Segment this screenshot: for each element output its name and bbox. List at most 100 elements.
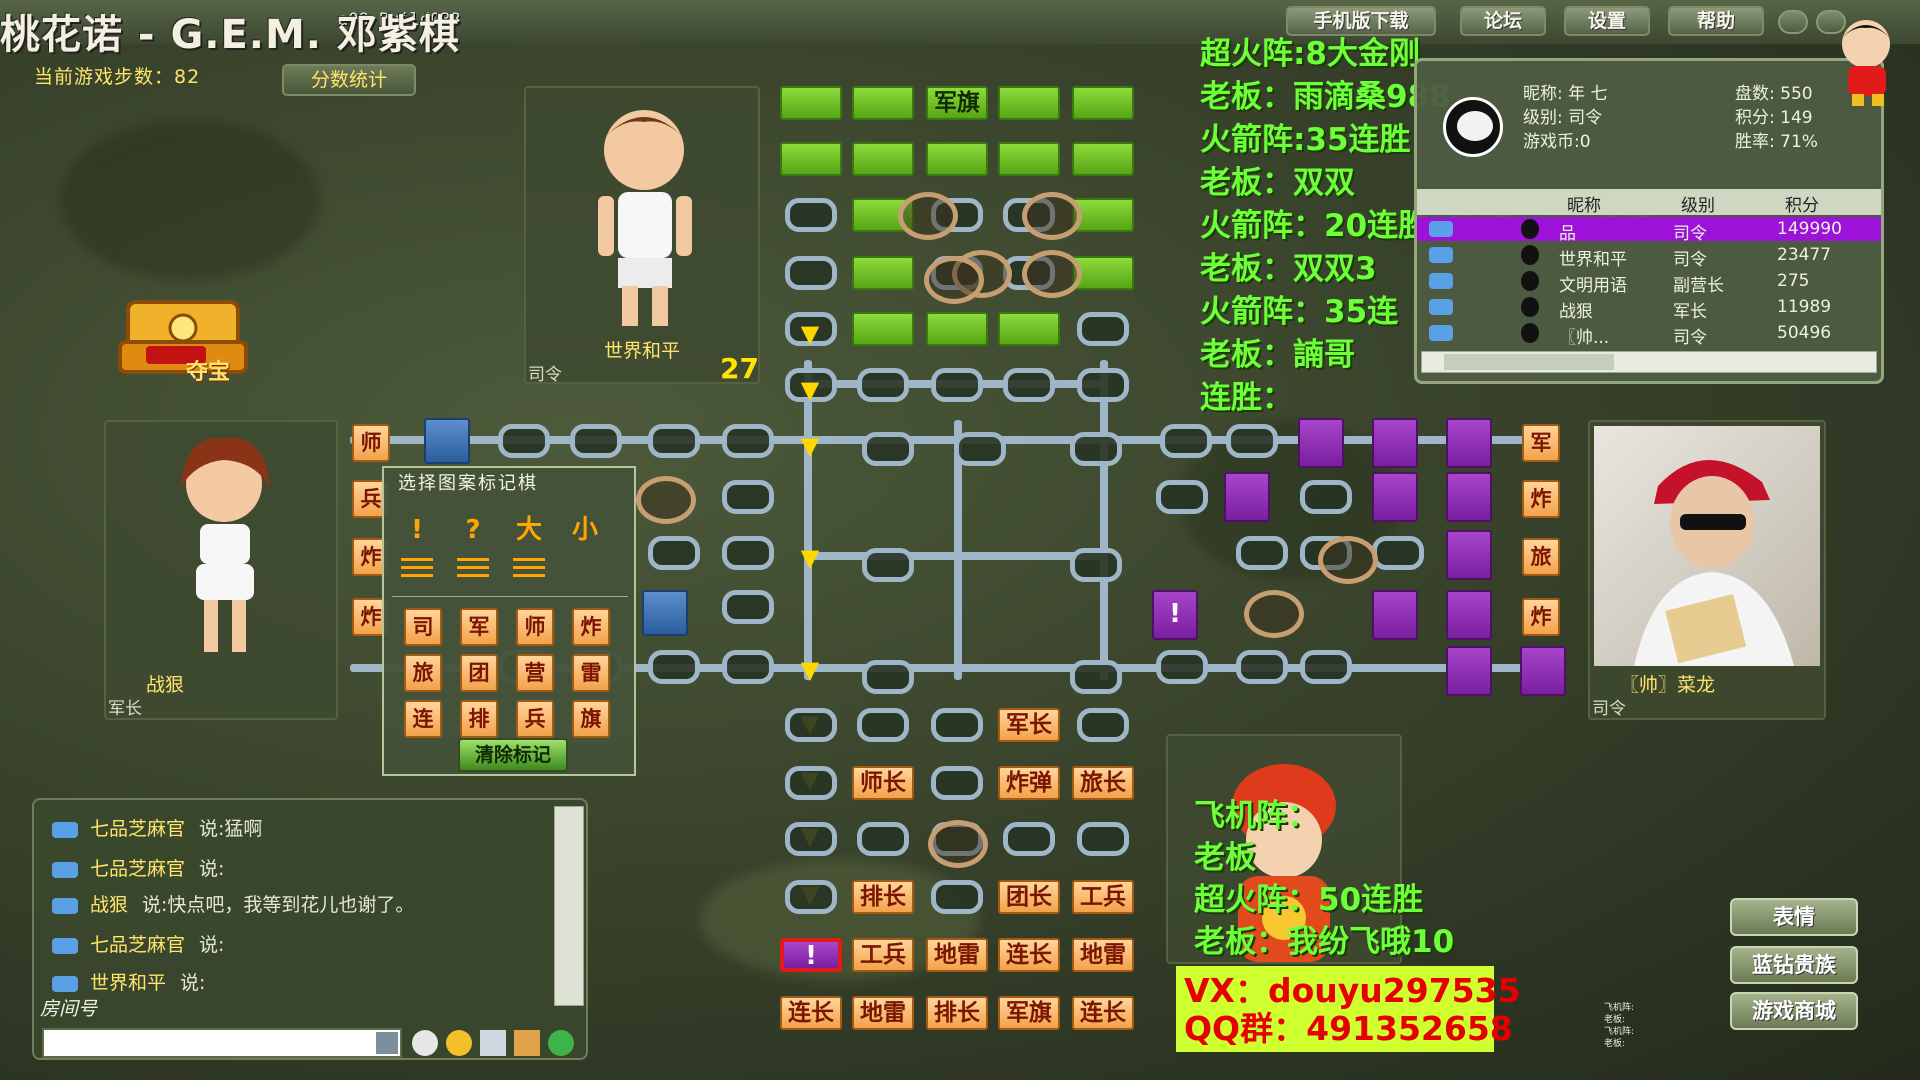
own-marked-piece[interactable]: !: [780, 938, 842, 972]
empty-slot[interactable]: [785, 708, 837, 742]
right-marked-piece[interactable]: 旅: [1522, 538, 1560, 576]
own-piece[interactable]: 工兵: [1072, 880, 1134, 914]
marker-piece-option[interactable]: 炸: [572, 608, 610, 646]
marker-piece-option[interactable]: 雷: [572, 654, 610, 692]
empty-slot[interactable]: [931, 880, 983, 914]
marker-exclamation[interactable]: !: [398, 512, 436, 548]
empty-slot[interactable]: [1156, 480, 1208, 514]
left-hidden-piece[interactable]: [424, 418, 470, 464]
right-hidden-piece[interactable]: [1446, 418, 1492, 468]
right-hidden-piece[interactable]: [1446, 472, 1492, 522]
empty-slot[interactable]: [1300, 480, 1352, 514]
empty-slot[interactable]: [722, 424, 774, 458]
empty-slot[interactable]: [722, 590, 774, 624]
table-row[interactable]: 文明用语 副营长 275: [1417, 269, 1881, 296]
empty-slot[interactable]: [857, 822, 909, 856]
speaker-icon[interactable]: [480, 1030, 506, 1056]
right-hidden-piece[interactable]: [1446, 530, 1492, 580]
enemy-hidden-piece[interactable]: [926, 312, 988, 346]
empty-slot[interactable]: [1077, 708, 1129, 742]
own-piece[interactable]: 地雷: [852, 996, 914, 1030]
right-hidden-piece[interactable]: [1224, 472, 1270, 522]
marker-piece-option[interactable]: 军: [460, 608, 498, 646]
empty-slot[interactable]: [785, 880, 837, 914]
enemy-hidden-piece[interactable]: [1072, 86, 1134, 120]
empty-slot[interactable]: [722, 536, 774, 570]
right-hidden-piece[interactable]: [1372, 418, 1418, 468]
right-hidden-piece[interactable]: [1446, 646, 1492, 696]
empty-slot[interactable]: [1236, 536, 1288, 570]
enemy-hidden-piece[interactable]: [852, 86, 914, 120]
empty-slot[interactable]: [1160, 424, 1212, 458]
own-piece[interactable]: 团长: [998, 880, 1060, 914]
enemy-hidden-piece[interactable]: [998, 142, 1060, 176]
chat-sender[interactable]: 战狠: [90, 894, 128, 916]
empty-slot[interactable]: [1070, 660, 1122, 694]
right-marked-piece[interactable]: 军: [1522, 424, 1560, 462]
emoji-button[interactable]: 表情: [1730, 898, 1858, 936]
marker-piece-option[interactable]: 营: [516, 654, 554, 692]
empty-slot[interactable]: [785, 198, 837, 232]
empty-slot[interactable]: [862, 660, 914, 694]
speech-bubble-icon[interactable]: [412, 1030, 438, 1056]
enemy-hidden-piece[interactable]: [926, 142, 988, 176]
right-marked-piece[interactable]: 炸: [1522, 598, 1560, 636]
blue-diamond-button[interactable]: 蓝钻贵族: [1730, 946, 1858, 984]
table-row[interactable]: 战狠 军长 11989: [1417, 295, 1881, 322]
empty-slot[interactable]: [857, 708, 909, 742]
own-piece[interactable]: 师长: [852, 766, 914, 800]
smiley-icon[interactable]: [446, 1030, 472, 1056]
own-piece[interactable]: 地雷: [926, 938, 988, 972]
empty-slot[interactable]: [785, 822, 837, 856]
right-hidden-piece[interactable]: [1520, 646, 1566, 696]
empty-slot[interactable]: [1300, 650, 1352, 684]
empty-slot[interactable]: [722, 480, 774, 514]
right-hidden-piece[interactable]: [1298, 418, 1344, 468]
empty-slot[interactable]: [785, 256, 837, 290]
marker-big[interactable]: 大: [510, 512, 548, 548]
empty-slot[interactable]: [1077, 822, 1129, 856]
marker-piece-option[interactable]: 师: [516, 608, 554, 646]
chevron-down-icon[interactable]: [376, 1032, 398, 1054]
chat-sender[interactable]: 七品芝麻官: [90, 858, 185, 880]
empty-slot[interactable]: [1077, 368, 1129, 402]
empty-slot[interactable]: [931, 368, 983, 402]
game-store-button[interactable]: 游戏商城: [1730, 992, 1858, 1030]
marker-bars-3-icon[interactable]: [510, 552, 548, 588]
empty-slot[interactable]: [1070, 548, 1122, 582]
own-piece[interactable]: 工兵: [852, 938, 914, 972]
marker-small[interactable]: 小: [566, 512, 604, 548]
empty-slot[interactable]: [1236, 650, 1288, 684]
own-piece[interactable]: 军长: [998, 708, 1060, 742]
own-piece[interactable]: 连长: [780, 996, 842, 1030]
empty-slot[interactable]: [1156, 650, 1208, 684]
right-hidden-piece[interactable]: [1372, 472, 1418, 522]
empty-slot[interactable]: [648, 650, 700, 684]
marker-piece-option[interactable]: 旅: [404, 654, 442, 692]
wrench-icon[interactable]: [514, 1030, 540, 1056]
right-marked-piece[interactable]: 炸: [1522, 480, 1560, 518]
enemy-hidden-piece[interactable]: [1072, 142, 1134, 176]
right-marked-piece[interactable]: !: [1152, 590, 1198, 640]
empty-slot[interactable]: [1226, 424, 1278, 458]
globe-icon[interactable]: [548, 1030, 574, 1056]
enemy-hidden-piece[interactable]: [780, 86, 842, 120]
empty-slot[interactable]: [570, 424, 622, 458]
empty-slot[interactable]: [954, 432, 1006, 466]
enemy-hidden-piece[interactable]: [780, 142, 842, 176]
empty-slot[interactable]: [498, 424, 550, 458]
marker-piece-option[interactable]: 排: [460, 700, 498, 738]
own-piece[interactable]: 地雷: [1072, 938, 1134, 972]
own-piece[interactable]: 炸弹: [998, 766, 1060, 800]
enemy-hidden-piece[interactable]: [998, 312, 1060, 346]
enemy-hidden-piece[interactable]: [852, 256, 914, 290]
chat-sender[interactable]: 世界和平: [90, 972, 166, 994]
own-piece[interactable]: 连长: [1072, 996, 1134, 1030]
table-row[interactable]: 品 司令 149990: [1417, 217, 1881, 244]
enemy-hidden-piece[interactable]: [852, 312, 914, 346]
table-row[interactable]: 〖帅... 司令 50496: [1417, 321, 1881, 348]
empty-slot[interactable]: [931, 766, 983, 800]
empty-slot[interactable]: [862, 548, 914, 582]
empty-slot[interactable]: [785, 766, 837, 800]
own-piece[interactable]: 连长: [998, 938, 1060, 972]
